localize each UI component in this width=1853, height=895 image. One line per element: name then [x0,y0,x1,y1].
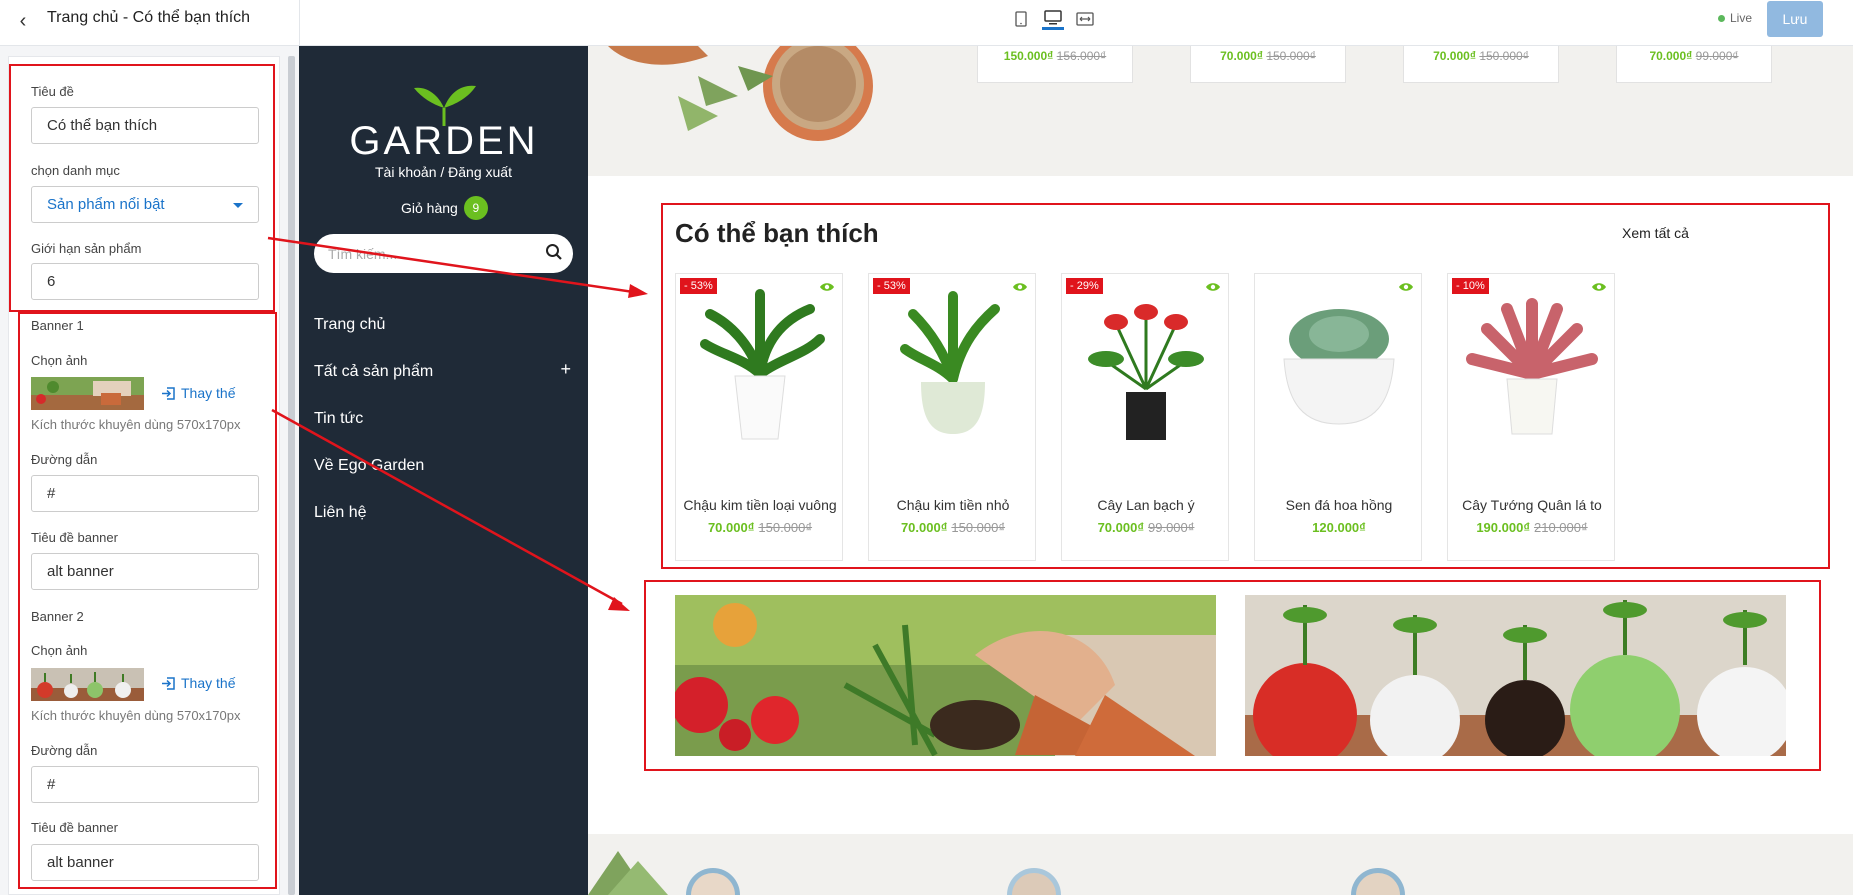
fullwidth-view-icon[interactable] [1074,8,1096,30]
highlight-box-banner-section [644,580,1821,771]
highlight-box-product-section [661,203,1830,569]
banner-1-size-hint: Kích thước khuyên dùng 570x170px [31,417,241,432]
store-search-input[interactable]: Tìm kiếm... [314,234,573,273]
title-input[interactable]: Có thể bạn thích [31,107,259,144]
banner-1-alt-input[interactable]: alt banner [31,553,259,590]
garden-logo: GARDEN [344,66,544,163]
cart-link[interactable]: Giỏ hàng 9 [401,196,488,220]
account-link[interactable]: Tài khoản / Đăng xuất [299,164,588,180]
live-status: Live [1718,11,1752,25]
limit-label: Giới hạn sản phẩm [31,241,142,256]
prev-product-card-3[interactable]: 70.000₫ 150.000₫ [1403,46,1559,83]
menu-news[interactable]: Tin tức [314,410,363,428]
limit-input[interactable]: 6 [31,263,259,300]
desktop-view-icon[interactable] [1042,8,1064,30]
category-select[interactable]: Sản phẩm nổi bật [31,186,259,223]
prev-product-card-4[interactable]: 70.000₫ 99.000₫ [1616,46,1772,83]
banner-1-thumbnail[interactable] [31,377,144,410]
top-bar: ‹ Trang chủ - Có thể bạn thích Live Lưu [0,0,1853,46]
divider [299,0,300,46]
prev-product-card-1[interactable]: 150.000₫ 156.000₫ [977,46,1133,83]
banner-2-link-label: Đường dẫn [31,743,98,758]
banner-2-size-hint: Kích thước khuyên dùng 570x170px [31,708,241,723]
banner-2-heading: Banner 2 [31,609,84,624]
banner-1-heading: Banner 1 [31,318,84,333]
search-icon[interactable] [545,243,563,261]
menu-all-products[interactable]: Tất cả sản phẩm [314,363,433,381]
banner-1-link-input[interactable]: # [31,475,259,512]
cactus-decoration-image [608,46,873,141]
banner-1-alt-label: Tiêu đề banner [31,530,118,545]
menu-home[interactable]: Trang chủ [314,316,385,334]
banner-1-link-label: Đường dẫn [31,452,98,467]
banner-1-image-label: Chọn ảnh [31,353,88,368]
banner-2-alt-label: Tiêu đề banner [31,820,118,835]
banner-2-thumbnail[interactable] [31,668,144,701]
prev-product-card-2[interactable]: 70.000₫ 150.000₫ [1190,46,1346,83]
banner-2-image-label: Chọn ảnh [31,643,88,658]
plus-icon[interactable]: + [560,359,571,380]
cart-count-badge: 9 [463,196,488,220]
bottom-decoration-image [588,851,1405,895]
chevron-down-icon [233,203,243,208]
sidebar-scrollbar[interactable] [288,56,295,895]
save-button[interactable]: Lưu [1767,1,1823,37]
replace-icon [162,676,175,690]
banner-2-link-input[interactable]: # [31,766,259,803]
banner-2-replace-link[interactable]: Thay thế [161,675,235,691]
page-title: Trang chủ - Có thể bạn thích [47,9,251,26]
store-nav: GARDEN Tài khoản / Đăng xuất Giỏ hàng 9 … [299,46,588,895]
menu-contact[interactable]: Liên hệ [314,504,367,522]
back-arrow-icon[interactable]: ‹ [12,10,34,32]
live-dot-icon [1718,14,1725,22]
title-label: Tiêu đề [31,84,74,99]
banner-2-alt-input[interactable]: alt banner [31,844,259,881]
category-label: chọn danh mục [31,163,120,178]
banner-1-replace-link[interactable]: Thay thế [161,385,235,401]
menu-about[interactable]: Về Ego Garden [314,457,424,475]
mobile-view-icon[interactable] [1010,8,1032,30]
device-switcher [1010,8,1096,30]
logo-text: GARDEN [349,119,538,156]
replace-icon [162,386,175,400]
